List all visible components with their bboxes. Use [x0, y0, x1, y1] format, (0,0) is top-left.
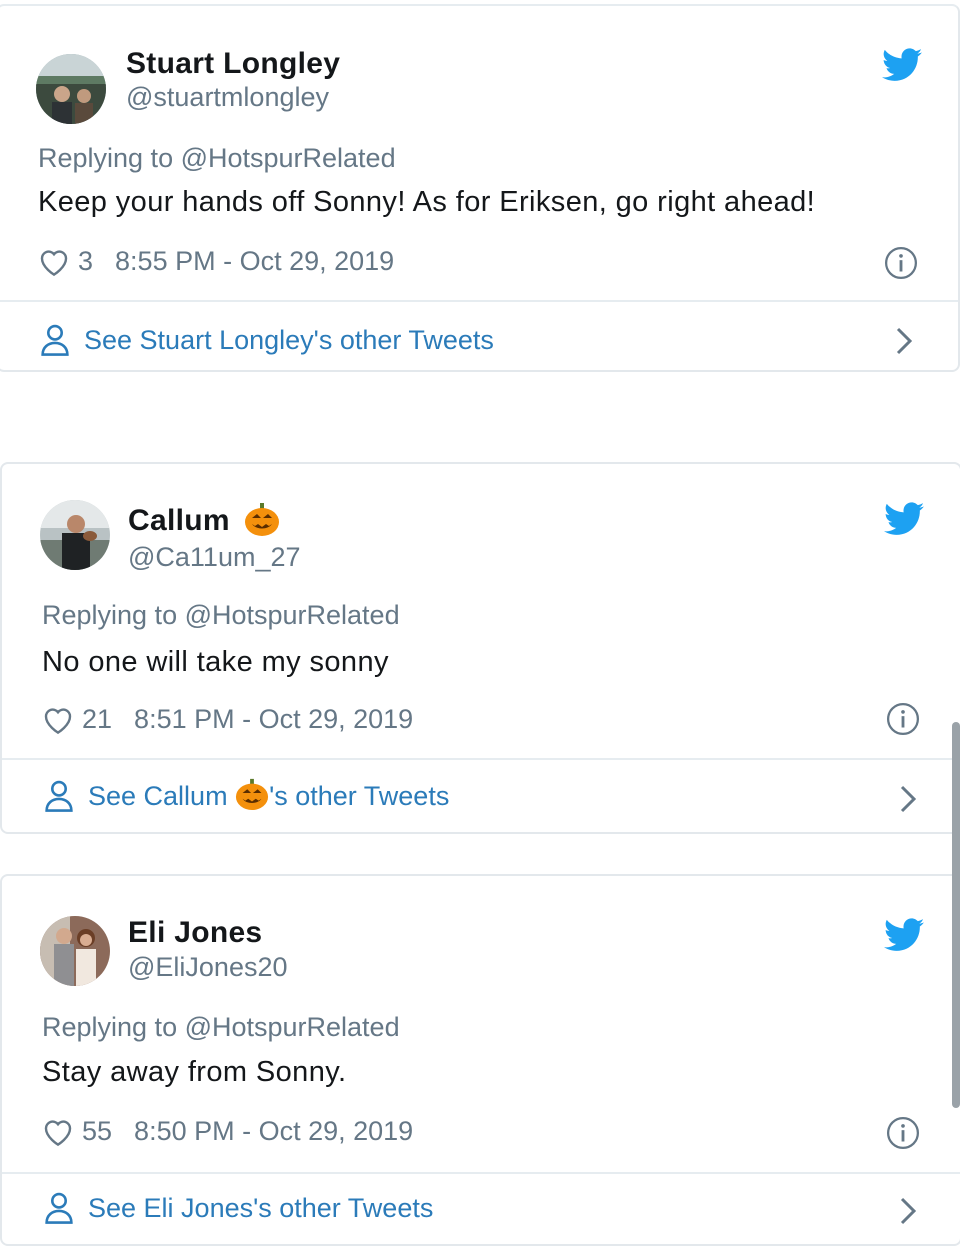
see-other-tweets-label: See Eli Jones's other Tweets: [88, 1192, 434, 1223]
avatar[interactable]: [36, 54, 106, 124]
see-other-tweets-link[interactable]: See Callum 's other Tweets: [44, 778, 450, 812]
twitter-bird-icon[interactable]: [882, 48, 922, 82]
like-count[interactable]: 21: [82, 704, 112, 735]
tweet-meta: 21 8:51 PM - Oct 29, 2019: [42, 704, 413, 735]
heart-icon[interactable]: [38, 247, 70, 277]
like-count[interactable]: 3: [78, 246, 93, 277]
twitter-bird-icon[interactable]: [884, 502, 924, 536]
user-handle[interactable]: @EliJones20: [128, 952, 288, 983]
jack-o-lantern-icon: [236, 778, 269, 811]
like-count[interactable]: 55: [82, 1116, 112, 1147]
replying-to[interactable]: Replying to @HotspurRelated: [42, 600, 400, 631]
person-icon: [41, 324, 69, 356]
tweet-feed: Stuart Longley @stuartmlongley Replying …: [0, 0, 960, 1249]
tweet-card: Stuart Longley @stuartmlongley Replying …: [0, 4, 960, 372]
tweet-card: Callum @Ca11um_27 Replying to @HotspurRe…: [0, 462, 960, 834]
see-other-tweets-link[interactable]: See Stuart Longley's other Tweets: [40, 324, 494, 356]
chevron-right-icon[interactable]: [898, 784, 918, 814]
tweet-card: Eli Jones @EliJones20 Replying to @Hotsp…: [0, 874, 960, 1246]
scrollbar[interactable]: [952, 722, 960, 1108]
info-icon[interactable]: [886, 1116, 920, 1150]
heart-icon[interactable]: [42, 705, 74, 735]
see-other-tweets-label-suffix: 's other Tweets: [269, 780, 450, 811]
tweet-text: Keep your hands off Sonny! As for Erikse…: [38, 186, 816, 218]
info-icon[interactable]: [884, 246, 918, 280]
tweet-meta: 3 8:55 PM - Oct 29, 2019: [38, 246, 394, 277]
divider: [2, 758, 960, 760]
person-icon: [45, 1192, 73, 1224]
avatar[interactable]: [40, 916, 110, 986]
chevron-right-icon[interactable]: [894, 326, 914, 356]
chevron-right-icon[interactable]: [898, 1196, 918, 1226]
tweet-text: Stay away from Sonny.: [42, 1056, 347, 1088]
see-other-tweets-label-prefix: See Callum: [88, 780, 236, 811]
display-name[interactable]: Eli Jones: [128, 916, 262, 950]
person-icon: [45, 780, 73, 812]
display-name-text: Callum: [128, 504, 230, 537]
replying-to[interactable]: Replying to @HotspurRelated: [42, 1012, 400, 1043]
user-handle[interactable]: @stuartmlongley: [126, 82, 329, 113]
timestamp[interactable]: 8:51 PM - Oct 29, 2019: [134, 704, 413, 735]
tweet-text: No one will take my sonny: [42, 646, 389, 678]
divider: [2, 1172, 960, 1174]
see-other-tweets-link[interactable]: See Eli Jones's other Tweets: [44, 1192, 433, 1224]
see-other-tweets-label: See Stuart Longley's other Tweets: [84, 324, 494, 355]
timestamp[interactable]: 8:50 PM - Oct 29, 2019: [134, 1116, 413, 1147]
heart-icon[interactable]: [42, 1117, 74, 1147]
user-handle[interactable]: @Ca11um_27: [128, 542, 301, 573]
timestamp[interactable]: 8:55 PM - Oct 29, 2019: [115, 246, 394, 277]
display-name[interactable]: Callum: [128, 503, 280, 538]
info-icon[interactable]: [886, 702, 920, 736]
display-name[interactable]: Stuart Longley: [126, 47, 340, 81]
tweet-meta: 55 8:50 PM - Oct 29, 2019: [42, 1116, 413, 1147]
replying-to[interactable]: Replying to @HotspurRelated: [38, 143, 396, 174]
divider: [0, 300, 958, 302]
twitter-bird-icon[interactable]: [884, 918, 924, 952]
jack-o-lantern-icon: [245, 503, 280, 537]
avatar[interactable]: [40, 500, 110, 570]
